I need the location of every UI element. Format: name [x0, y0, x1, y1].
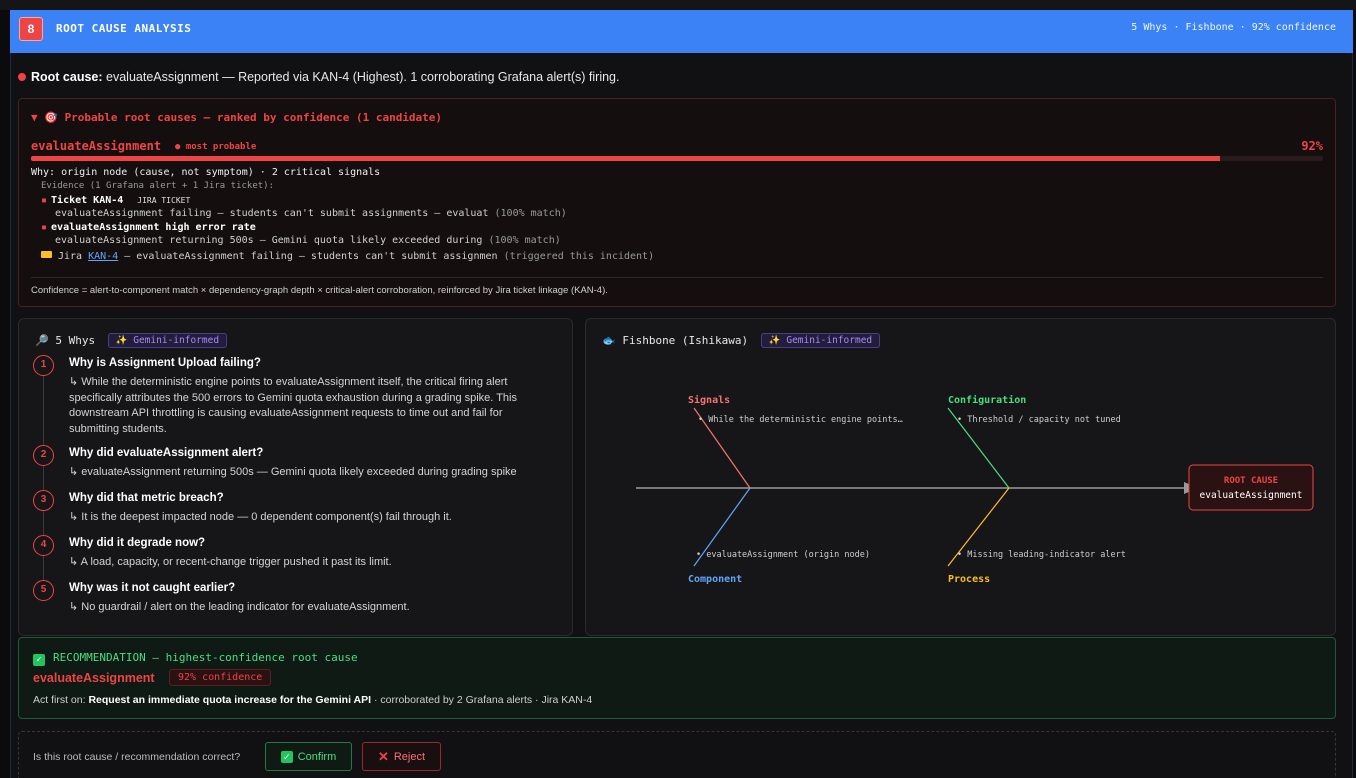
root-cause-detail: — Reported via KAN-4 (Highest). 1 corrob… — [222, 70, 620, 84]
jira-prefix: Jira — [58, 251, 83, 262]
jira-evidence: Jira KAN-4 — evaluateAssignment failing … — [41, 251, 654, 262]
section-title: ROOT CAUSE ANALYSIS — [56, 22, 192, 35]
check-icon: ✓ — [280, 750, 293, 763]
evidence-match: (100% match) — [488, 235, 561, 246]
why-answer: ↳ No guardrail / alert on the leading in… — [69, 601, 410, 613]
recommendation-confidence-badge: 92% confidence — [169, 669, 272, 686]
five-whys-card: 🔎 5 Whys ✨ Gemini-informed 1 Why is Assi… — [18, 318, 573, 636]
confidence-bar-fill — [31, 156, 1220, 161]
why-question: Why is Assignment Upload failing? — [69, 357, 261, 369]
evidence-title: Ticket KAN-4 — [51, 195, 124, 206]
signals-label: Signals — [688, 394, 730, 406]
root-cause-summary: Root cause: evaluateAssignment — Reporte… — [18, 70, 619, 84]
gemini-badge: ✨ Gemini-informed — [107, 333, 228, 348]
jira-note: (triggered this incident) — [503, 251, 655, 262]
divider — [31, 277, 1323, 278]
candidate-confidence: 92% — [1301, 139, 1323, 153]
why-question: Why did that metric breach? — [69, 492, 224, 504]
evidence-item: ▪ evaluateAssignment high error rate — [41, 222, 256, 233]
evidence-item: ▪ Ticket KAN-4 JIRA TICKET — [41, 195, 190, 206]
root-cause-label: Root cause: — [31, 70, 103, 84]
configuration-cause: • Threshold / capacity not tuned — [957, 415, 1121, 425]
confirm-button[interactable]: ✓ Confirm — [265, 742, 352, 771]
recommendation-title: RECOMMENDATION — highest-confidence root… — [53, 651, 358, 664]
ticket-icon — [41, 251, 52, 258]
why-number: 3 — [33, 490, 54, 511]
bullet-icon: ▪ — [41, 195, 48, 206]
head-label: ROOT CAUSE — [1224, 476, 1278, 486]
top-strip — [0, 0, 1356, 10]
component-label: Component — [688, 574, 742, 585]
confirm-label: Confirm — [297, 750, 337, 763]
evidence-header: Evidence (1 Grafana alert + 1 Jira ticke… — [41, 181, 274, 191]
bullet-icon: ▪ — [41, 222, 48, 233]
why-question: Why did it degrade now? — [69, 537, 206, 549]
feedback-box: Is this root cause / recommendation corr… — [18, 731, 1336, 778]
rca-header: 8 ROOT CAUSE ANALYSIS 5 Whys · Fishbone … — [10, 10, 1353, 53]
act-action: Request an immediate quota increase for … — [88, 694, 372, 706]
fishbone-diagram: Signals • While the deterministic engine… — [636, 394, 1314, 585]
probable-root-causes: ▼ 🎯 Probable root causes — ranked by con… — [18, 98, 1336, 307]
jira-ticket-badge: JIRA TICKET — [137, 196, 191, 205]
evidence-desc: evaluateAssignment returning 500s — Gemi… — [55, 235, 483, 246]
head-value: evaluateAssignment — [1200, 490, 1303, 501]
feedback-question: Is this root cause / recommendation corr… — [33, 751, 241, 763]
check-icon: ✓ — [33, 654, 45, 666]
jira-text: — evaluateAssignment failing — students … — [124, 251, 498, 262]
recommendation-component: evaluateAssignment — [33, 671, 155, 685]
magnifier-icon: 🔎 — [35, 334, 49, 347]
why-number: 4 — [33, 535, 54, 556]
why-question: Why was it not caught earlier? — [69, 582, 236, 594]
close-icon: ✕ — [377, 748, 389, 764]
root-cause-head — [1188, 464, 1314, 511]
jira-ticket-link[interactable]: KAN-4 — [88, 251, 118, 262]
recommendation-header: ✓ RECOMMENDATION — highest-confidence roo… — [33, 651, 358, 666]
evidence-title: evaluateAssignment high error rate — [51, 222, 256, 233]
why-number: 5 — [33, 580, 54, 601]
confidence-bar — [31, 156, 1323, 161]
why-number: 2 — [33, 445, 54, 466]
why-number: 1 — [33, 355, 54, 376]
candidate-name: evaluateAssignment — [31, 139, 162, 153]
five-whys-header: 🔎 5 Whys ✨ Gemini-informed — [35, 333, 228, 348]
evidence-detail: evaluateAssignment returning 500s — Gemi… — [55, 235, 561, 246]
act-prefix: Act first on: — [33, 694, 86, 706]
configuration-label: Configuration — [948, 394, 1026, 406]
why-answer: ↳ evaluateAssignment returning 500s — Ge… — [69, 466, 517, 478]
root-cause-component: evaluateAssignment — [106, 70, 219, 84]
confidence-formula: Confidence = alert-to-component match × … — [31, 285, 608, 296]
evidence-match: (100% match) — [494, 208, 567, 219]
evidence-desc: evaluateAssignment failing — students ca… — [55, 208, 489, 219]
process-cause: • Missing leading-indicator alert — [957, 550, 1126, 560]
why-answer: ↳ While the deterministic engine points … — [69, 376, 517, 435]
probable-toggle[interactable]: ▼ 🎯 Probable root causes — ranked by con… — [31, 111, 442, 124]
process-label: Process — [948, 574, 990, 585]
status-dot-icon — [18, 73, 26, 81]
candidate-why: Why: origin node (cause, not symptom) · … — [31, 167, 381, 178]
reject-label: Reject — [393, 750, 426, 763]
recommendation-action: Act first on: Request an immediate quota… — [33, 694, 592, 706]
act-suffix: · corroborated by 2 Grafana alerts · Jir… — [373, 694, 593, 706]
header-meta: 5 Whys · Fishbone · 92% confidence — [1131, 22, 1336, 33]
whys-timeline — [43, 365, 44, 595]
why-answer: ↳ A load, capacity, or recent-change tri… — [69, 556, 392, 568]
five-whys-title: 5 Whys — [55, 334, 96, 347]
why-question: Why did evaluateAssignment alert? — [69, 447, 264, 459]
component-cause: • evaluateAssignment (origin node) — [696, 550, 870, 560]
why-answer: ↳ It is the deepest impacted node — 0 de… — [69, 511, 452, 523]
reject-button[interactable]: ✕ Reject — [362, 742, 441, 771]
evidence-detail: evaluateAssignment failing — students ca… — [55, 208, 567, 219]
most-probable-tag: ● most probable — [175, 142, 257, 152]
signals-cause: • While the deterministic engine points… — [698, 415, 903, 425]
step-badge: 8 — [19, 17, 43, 41]
fishbone-card: 🐟 Fishbone (Ishikawa) ✨ Gemini-informed … — [585, 318, 1336, 636]
recommendation-box: ✓ RECOMMENDATION — highest-confidence roo… — [18, 637, 1336, 719]
